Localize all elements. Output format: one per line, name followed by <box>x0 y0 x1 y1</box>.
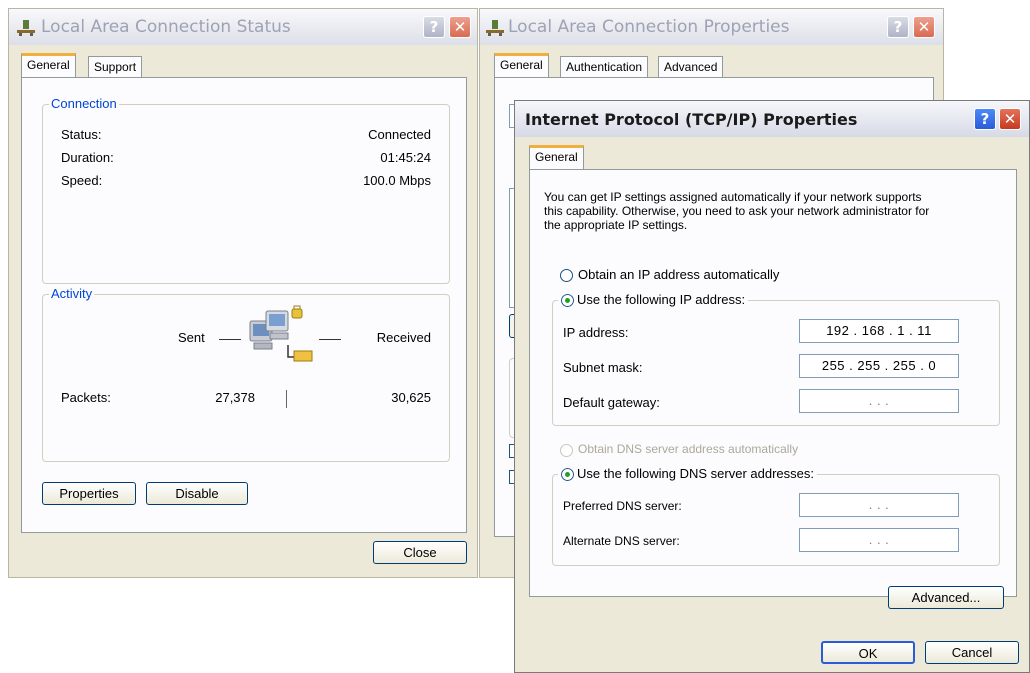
duration-label: Duration: <box>61 150 114 165</box>
obtain-ip-auto-label[interactable]: Obtain an IP address automatically <box>578 267 779 282</box>
properties-window-title: Local Area Connection Properties <box>508 17 790 37</box>
connection-group-label: Connection <box>49 96 119 111</box>
close-icon[interactable]: ✕ <box>999 108 1021 130</box>
obtain-ip-auto-radio[interactable] <box>560 269 573 282</box>
ok-button[interactable]: OK <box>821 641 915 664</box>
default-gateway-label: Default gateway: <box>563 395 660 410</box>
use-following-ip-label[interactable]: Use the following IP address: <box>577 292 749 307</box>
sent-line <box>219 339 241 340</box>
status-general-panel: Connection Status: Connected Duration: 0… <box>21 77 467 533</box>
packets-label: Packets: <box>61 390 111 405</box>
default-gateway-field[interactable]: . . . <box>799 389 959 413</box>
properties-button[interactable]: Properties <box>42 482 136 505</box>
intro-line-1: You can get IP settings assigned automat… <box>544 190 922 204</box>
tab-general[interactable]: General <box>529 145 584 169</box>
tcpip-properties-window: Internet Protocol (TCP/IP) Properties ? … <box>514 100 1030 673</box>
help-button[interactable]: ? <box>974 108 996 130</box>
sent-label: Sent <box>178 330 205 345</box>
duration-value: 01:45:24 <box>380 150 431 165</box>
advanced-button[interactable]: Advanced... <box>888 586 1004 609</box>
received-label: Received <box>376 330 431 345</box>
ip-address-label: IP address: <box>563 325 629 340</box>
close-button[interactable]: Close <box>373 541 467 564</box>
network-computers-icon <box>248 305 316 370</box>
tab-general[interactable]: General <box>21 53 76 77</box>
speed-value: 100.0 Mbps <box>363 173 431 188</box>
tab-advanced[interactable]: Advanced <box>658 56 724 78</box>
status-window: Local Area Connection Status ? ✕ General… <box>8 8 478 578</box>
cancel-button[interactable]: Cancel <box>925 641 1019 664</box>
tab-general[interactable]: General <box>494 53 549 77</box>
connection-group: Connection Status: Connected Duration: 0… <box>42 96 450 284</box>
intro-line-2: this capability. Otherwise, you need to … <box>544 204 930 218</box>
properties-window-titlebar[interactable]: Local Area Connection Properties ? ✕ <box>480 9 943 45</box>
use-following-dns-label[interactable]: Use the following DNS server addresses: <box>577 466 817 481</box>
received-line <box>319 339 341 340</box>
preferred-dns-label: Preferred DNS server: <box>563 499 682 513</box>
subnet-mask-field[interactable]: 255 . 255 . 255 . 0 <box>799 354 959 378</box>
disable-button[interactable]: Disable <box>146 482 248 505</box>
activity-group: Activity Sent Received Packets: 27,378 3… <box>42 286 450 462</box>
obtain-dns-auto-label[interactable]: Obtain DNS server address automatically <box>578 442 798 456</box>
obtain-dns-auto-radio[interactable] <box>560 444 573 457</box>
packets-sent-value: 27,378 <box>215 390 255 405</box>
network-connection-icon <box>484 19 506 40</box>
tcpip-window-title: Internet Protocol (TCP/IP) Properties <box>525 110 858 129</box>
alternate-dns-field[interactable]: . . . <box>799 528 959 552</box>
speed-label: Speed: <box>61 173 103 188</box>
ip-address-group: Use the following IP address: IP address… <box>552 291 1000 426</box>
use-following-ip-radio[interactable] <box>558 291 577 310</box>
network-connection-icon <box>15 19 37 40</box>
status-value: Connected <box>368 127 431 142</box>
alternate-dns-label: Alternate DNS server: <box>563 534 680 548</box>
subnet-mask-label: Subnet mask: <box>563 360 643 375</box>
tab-support[interactable]: Support <box>88 56 143 78</box>
help-button[interactable]: ? <box>887 16 909 38</box>
packets-received-value: 30,625 <box>391 390 431 405</box>
tcpip-general-panel: You can get IP settings assigned automat… <box>529 169 1017 609</box>
help-button[interactable]: ? <box>423 16 445 38</box>
packets-divider <box>286 390 287 408</box>
dns-server-group: Use the following DNS server addresses: … <box>552 465 1000 566</box>
preferred-dns-field[interactable]: . . . <box>799 493 959 517</box>
ip-address-field[interactable]: 192 . 168 . 1 . 11 <box>799 319 959 343</box>
status-label: Status: <box>61 127 102 142</box>
tcpip-window-titlebar[interactable]: Internet Protocol (TCP/IP) Properties ? … <box>515 101 1029 137</box>
status-window-title: Local Area Connection Status <box>41 17 291 37</box>
tab-authentication[interactable]: Authentication <box>560 56 649 78</box>
close-icon[interactable]: ✕ <box>449 16 471 38</box>
close-icon[interactable]: ✕ <box>913 16 935 38</box>
intro-line-3: the appropriate IP settings. <box>544 218 688 232</box>
activity-group-label: Activity <box>49 286 95 301</box>
use-following-dns-radio[interactable] <box>558 465 577 484</box>
status-window-titlebar[interactable]: Local Area Connection Status ? ✕ <box>9 9 477 45</box>
